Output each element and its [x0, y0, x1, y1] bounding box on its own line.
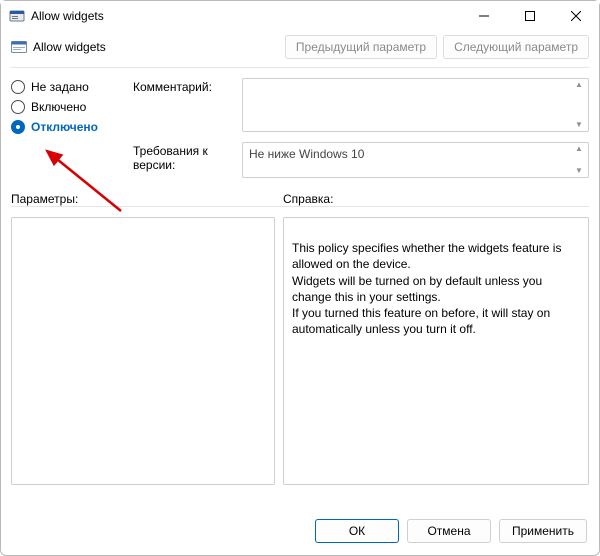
options-panel	[11, 217, 275, 485]
chevron-up-icon[interactable]: ▲	[572, 81, 586, 89]
chevron-down-icon[interactable]: ▼	[572, 167, 586, 175]
radio-icon	[11, 100, 25, 114]
scroll-arrows: ▲ ▼	[572, 145, 586, 175]
footer-buttons: ОК Отмена Применить	[1, 509, 599, 555]
divider	[11, 67, 589, 68]
policy-setting-icon	[11, 39, 27, 55]
divider	[11, 206, 589, 207]
radio-label: Не задано	[31, 80, 89, 94]
help-text: This policy specifies whether the widget…	[292, 241, 561, 336]
supported-field: Не ниже Windows 10 ▲ ▼	[242, 142, 589, 178]
radio-not-configured[interactable]: Не задано	[11, 80, 129, 94]
chevron-down-icon[interactable]: ▼	[572, 121, 586, 129]
cancel-button[interactable]: Отмена	[407, 519, 491, 543]
radio-icon	[11, 80, 25, 94]
minimize-button[interactable]	[461, 1, 507, 31]
help-label: Справка:	[283, 192, 589, 206]
supported-value: Не ниже Windows 10	[249, 147, 364, 161]
help-panel: This policy specifies whether the widget…	[283, 217, 589, 485]
state-radio-group: Не задано Включено Отключено	[11, 78, 129, 134]
dialog-window: Allow widgets Allow widgets Предыдущий п…	[0, 0, 600, 556]
chevron-up-icon[interactable]: ▲	[572, 145, 586, 153]
header-row: Allow widgets Предыдущий параметр Следую…	[1, 31, 599, 67]
radio-label: Отключено	[31, 120, 98, 134]
previous-setting-button[interactable]: Предыдущий параметр	[285, 35, 437, 59]
close-button[interactable]	[553, 1, 599, 31]
maximize-button[interactable]	[507, 1, 553, 31]
apply-button[interactable]: Применить	[499, 519, 587, 543]
radio-label: Включено	[31, 100, 86, 114]
supported-label: Требования к версии:	[133, 142, 238, 178]
gpedit-app-icon	[9, 8, 25, 24]
radio-enabled[interactable]: Включено	[11, 100, 129, 114]
radio-icon	[11, 120, 25, 134]
ok-button[interactable]: ОК	[315, 519, 399, 543]
radio-disabled[interactable]: Отключено	[11, 120, 129, 134]
scroll-arrows: ▲ ▼	[572, 81, 586, 129]
window-title: Allow widgets	[31, 9, 104, 23]
options-label: Параметры:	[11, 192, 275, 206]
section-labels: Параметры: Справка:	[1, 192, 599, 206]
policy-title: Allow widgets	[33, 40, 106, 54]
comment-field[interactable]: ▲ ▼	[242, 78, 589, 132]
comment-label: Комментарий:	[133, 78, 238, 134]
titlebar: Allow widgets	[1, 1, 599, 31]
lower-section: This policy specifies whether the widget…	[1, 213, 599, 509]
upper-section: Не задано Включено Отключено Комментарий…	[1, 74, 599, 178]
next-setting-button[interactable]: Следующий параметр	[443, 35, 589, 59]
